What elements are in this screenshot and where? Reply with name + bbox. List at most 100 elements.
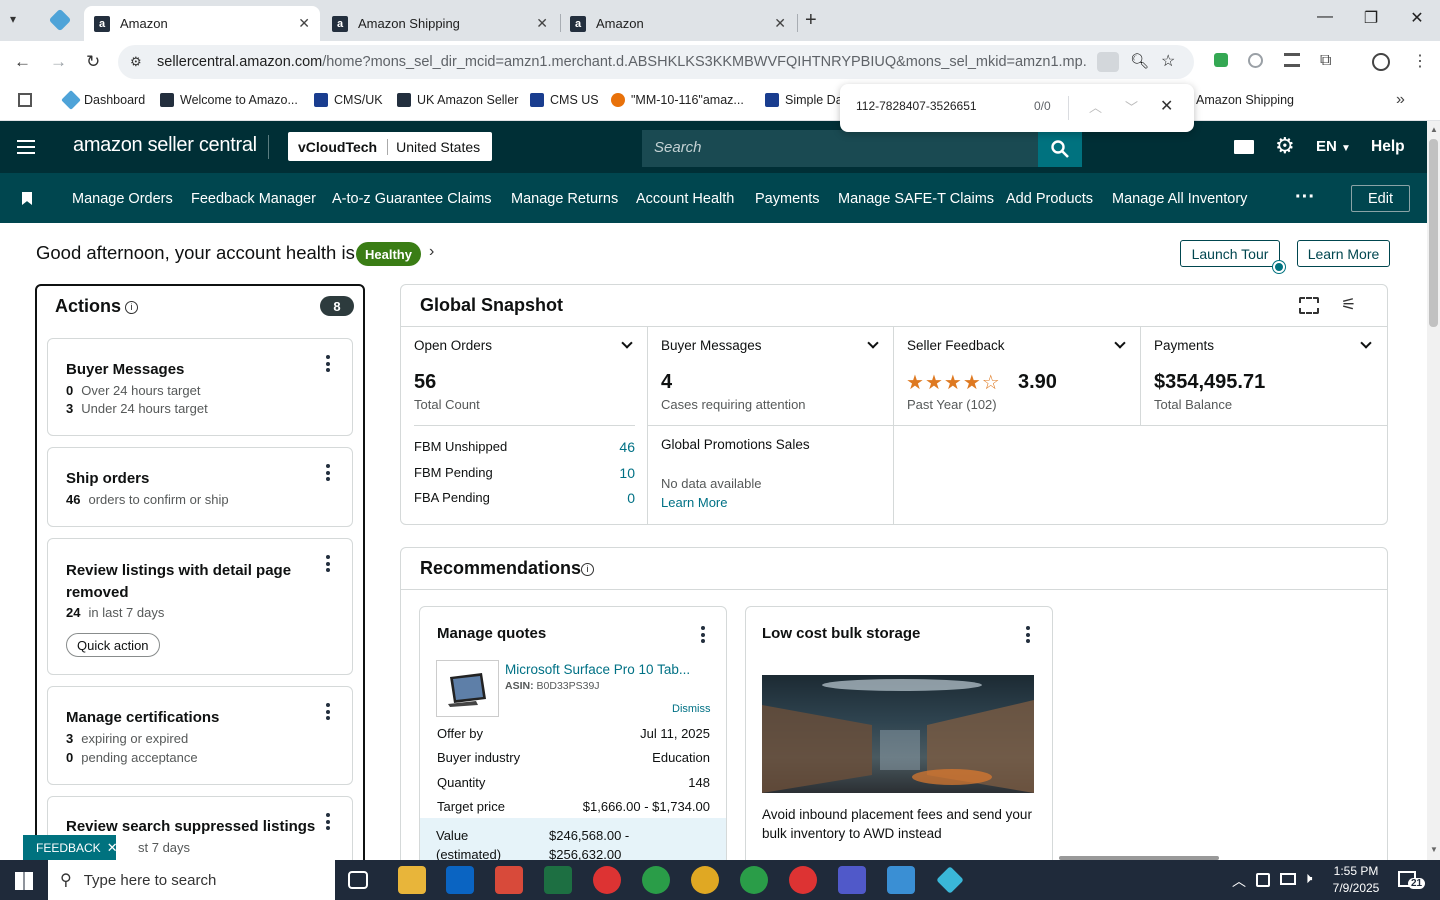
new-tab-icon[interactable]: + — [805, 9, 817, 32]
page-find-icon[interactable] — [1097, 52, 1119, 72]
kebab-menu-icon[interactable] — [326, 555, 330, 575]
minimize-icon[interactable]: — — [1310, 8, 1340, 26]
payments-value[interactable]: $354,495.71 — [1154, 371, 1265, 394]
browser-menu-icon[interactable]: ⋮ — [1412, 51, 1428, 71]
page-scrollbar[interactable]: ▲ ▼ — [1427, 121, 1440, 860]
seller-feedback-value[interactable]: 3.90 — [1018, 371, 1057, 394]
nav-account-health[interactable]: Account Health — [636, 191, 734, 207]
tab-amazon-2[interactable]: a Amazon ✕ — [560, 6, 796, 41]
action-card-title[interactable]: Ship orders — [66, 470, 149, 487]
kebab-menu-icon[interactable] — [326, 355, 330, 375]
nav-manage-returns[interactable]: Manage Returns — [511, 191, 618, 207]
action-card-buyer-messages[interactable]: Buyer Messages 0 Over 24 hours target 3 Un… — [47, 338, 353, 436]
fbm-pending-value[interactable]: 10 — [619, 465, 635, 481]
nav-payments[interactable]: Payments — [755, 191, 819, 207]
tray-app-icon[interactable] — [1256, 873, 1270, 887]
bookmark-cms-uk[interactable]: CMS/UK — [314, 93, 383, 107]
bookmark-simple[interactable]: Simple Da — [765, 93, 843, 107]
promotions-learn-more-link[interactable]: Learn More — [661, 495, 727, 510]
maximize-icon[interactable]: ❐ — [1356, 8, 1386, 28]
zoom-icon[interactable]: 🔍︎ — [1130, 52, 1149, 70]
windows-start-icon[interactable] — [15, 872, 33, 890]
excel-icon[interactable] — [544, 866, 572, 894]
scroll-down-icon[interactable]: ▼ — [1430, 845, 1438, 854]
bookmark-mm[interactable]: "MM-10-116"amaz... — [611, 93, 744, 107]
chrome-icon[interactable] — [789, 866, 817, 894]
settings-gear-icon[interactable]: ⚙ — [1275, 133, 1295, 159]
find-prev-icon[interactable]: ︿ — [1089, 97, 1102, 116]
clock[interactable]: 1:55 PM 7/9/2025 — [1330, 863, 1382, 897]
buyer-messages-label[interactable]: Buyer Messages — [661, 338, 762, 353]
chrome-icon[interactable] — [593, 866, 621, 894]
close-window-icon[interactable]: ✕ — [1402, 8, 1432, 28]
find-next-icon[interactable]: ﹀ — [1125, 97, 1138, 116]
quick-action-button[interactable]: Quick action — [66, 633, 160, 657]
action-card-review-listings[interactable]: Review listings with detail page removed… — [47, 538, 353, 675]
kebab-menu-icon[interactable] — [326, 813, 330, 833]
extension-list-icon[interactable] — [1284, 53, 1300, 67]
scroll-up-icon[interactable]: ▲ — [1430, 125, 1438, 134]
action-card-title[interactable]: Review search suppressed listings — [66, 818, 315, 835]
file-explorer-icon[interactable] — [398, 866, 426, 894]
help-link[interactable]: Help — [1371, 138, 1405, 156]
calculator-icon[interactable] — [887, 866, 915, 894]
tab-amazon-active[interactable]: a Amazon ✕ — [84, 6, 320, 41]
zoho-icon[interactable] — [495, 866, 523, 894]
action-card-title[interactable]: Review listings with detail page removed — [66, 560, 316, 604]
more-nav-icon[interactable]: ··· — [1295, 186, 1315, 209]
taskbar-search-box[interactable]: ⚲ Type here to search — [48, 860, 335, 900]
learn-more-button[interactable]: Learn More — [1297, 240, 1390, 267]
action-card-certifications[interactable]: Manage certifications 3 expiring or expir… — [47, 686, 353, 785]
search-button[interactable] — [1038, 130, 1082, 167]
network-icon[interactable] — [1280, 873, 1296, 885]
chrome-icon[interactable] — [691, 866, 719, 894]
bookmark-uk-seller[interactable]: UK Amazon Seller — [397, 93, 518, 107]
nav-safe-t-claims[interactable]: Manage SAFE-T Claims — [838, 191, 994, 207]
reload-icon[interactable]: ↻ — [86, 52, 100, 72]
app-icon[interactable] — [936, 866, 964, 894]
edit-nav-button[interactable]: Edit — [1351, 185, 1410, 212]
profile-icon[interactable] — [1372, 53, 1390, 71]
action-card-title[interactable]: Manage certifications — [66, 709, 219, 726]
info-icon[interactable]: i — [125, 301, 138, 314]
tab-amazon-shipping[interactable]: a Amazon Shipping ✕ — [322, 6, 558, 41]
kebab-menu-icon[interactable] — [326, 464, 330, 484]
site-info-icon[interactable]: ⚙ — [130, 54, 142, 70]
chrome-icon[interactable] — [642, 866, 670, 894]
nav-add-products[interactable]: Add Products — [1006, 191, 1093, 207]
app-favicon-icon[interactable] — [48, 8, 72, 32]
customize-sliders-icon[interactable]: ⚟ — [1341, 295, 1356, 315]
globe-extension-icon[interactable] — [1248, 53, 1263, 68]
bookmark-amazon-shipping[interactable]: Amazon Shipping — [1196, 93, 1294, 107]
extension-green-icon[interactable] — [1214, 53, 1228, 67]
kebab-menu-icon[interactable] — [326, 703, 330, 723]
launch-tour-button[interactable]: Launch Tour — [1180, 240, 1280, 267]
extensions-puzzle-icon[interactable]: ⧉ — [1320, 52, 1331, 70]
url-text[interactable]: sellercentral.amazon.com/home?mons_sel_d… — [157, 54, 1087, 70]
open-orders-value[interactable]: 56 — [414, 371, 436, 394]
close-tab-icon[interactable]: ✕ — [298, 15, 310, 32]
find-close-icon[interactable]: ✕ — [1160, 96, 1173, 116]
mail-icon[interactable] — [1234, 140, 1254, 154]
tab-search-icon[interactable]: ▾ — [10, 12, 16, 26]
tray-expand-icon[interactable]: ︿ — [1232, 871, 1246, 891]
bookmark-welcome[interactable]: Welcome to Amazo... — [160, 93, 298, 107]
fba-pending-value[interactable]: 0 — [627, 490, 635, 506]
info-icon[interactable]: i — [581, 563, 594, 576]
close-tab-icon[interactable]: ✕ — [536, 15, 548, 32]
open-orders-label[interactable]: Open Orders — [414, 338, 492, 353]
nav-feedback-manager[interactable]: Feedback Manager — [191, 191, 316, 207]
action-card-ship-orders[interactable]: Ship orders 46 orders to confirm or ship — [47, 447, 353, 527]
payments-label[interactable]: Payments — [1154, 338, 1214, 353]
kebab-menu-icon[interactable] — [701, 626, 705, 643]
bookmark-icon[interactable] — [22, 192, 32, 205]
buyer-messages-value[interactable]: 4 — [661, 371, 672, 394]
kebab-menu-icon[interactable] — [1026, 626, 1030, 643]
fbm-unshipped-value[interactable]: 46 — [619, 439, 635, 455]
teams-icon[interactable] — [838, 866, 866, 894]
apps-grid-icon[interactable] — [18, 93, 32, 107]
bookmark-cms-us[interactable]: CMS US — [530, 93, 599, 107]
account-health-badge[interactable]: Healthy — [356, 242, 421, 266]
find-input[interactable]: 112-7828407-3526651 — [856, 99, 977, 113]
language-selector[interactable]: EN ▼ — [1316, 138, 1351, 155]
